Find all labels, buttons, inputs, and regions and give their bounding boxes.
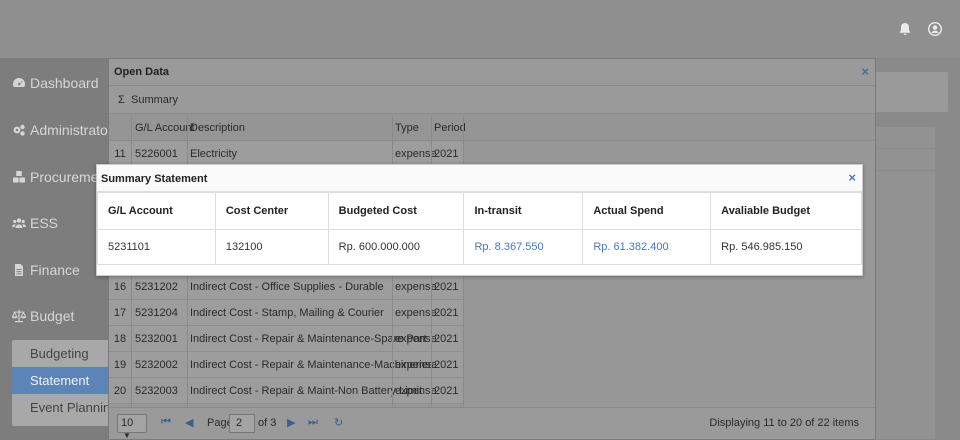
users-icon	[12, 218, 26, 228]
top-bar	[0, 0, 960, 58]
sidebar-item-label: ESS	[30, 215, 59, 231]
period-cell: 2021	[434, 307, 459, 319]
gl-account-cell: 5226001	[135, 148, 178, 160]
balance-scale-icon	[12, 310, 26, 323]
pagination-bar: 10 ▼ ⏮ ◀ Page 2 of 3 ▶ ⏭ ↻ Displaying 11…	[109, 407, 875, 440]
header-budgeted-cost: Budgeted Cost	[327, 192, 465, 230]
chevron-down-icon: ▼	[123, 431, 131, 440]
period-cell: 2021	[434, 359, 459, 371]
sidebar-item-label: Budget	[30, 308, 75, 324]
gl-account-cell: 5232002	[135, 359, 178, 371]
summary-label: Summary	[131, 94, 179, 106]
display-info: Displaying 11 to 20 of 22 items	[709, 417, 859, 429]
table-row: 5231101 132100 Rp. 600.000.000 Rp. 8.367…	[97, 229, 862, 265]
header-gl-account: G/L Account	[97, 192, 216, 230]
available-budget-value: Rp. 546.985.150	[710, 229, 862, 265]
page-number-input[interactable]: 2	[229, 414, 255, 433]
user-circle-icon[interactable]	[928, 22, 942, 36]
table-header-row: G/L Account Cost Center Budgeted Cost In…	[97, 192, 862, 230]
dialog-header: Open Data ×	[109, 59, 875, 86]
header-actual-spend: Actual Spend	[582, 192, 712, 230]
sidebar-item-budget[interactable]: Budget	[12, 308, 74, 324]
description-cell: Electricity	[190, 148, 238, 160]
gl-account-cell: 5232001	[135, 333, 178, 345]
table-row[interactable]: 20 5232003 Indirect Cost - Repair & Main…	[109, 378, 463, 404]
sidebar-item-administrator[interactable]: Administrator	[12, 122, 112, 138]
refresh-icon[interactable]: ↻	[334, 416, 343, 429]
gl-account-value: 5231101	[97, 229, 216, 265]
cubes-icon	[13, 171, 25, 183]
cost-center-value: 132100	[214, 229, 329, 265]
close-icon[interactable]: ×	[848, 170, 856, 185]
last-page-icon[interactable]: ⏭	[308, 416, 318, 429]
budgeted-cost-value: Rp. 600.000.000	[327, 229, 465, 265]
row-number: 17	[113, 307, 127, 319]
actual-spend-link[interactable]: Rp. 61.382.400	[582, 229, 712, 265]
summary-table: G/L Account Cost Center Budgeted Cost In…	[97, 192, 862, 265]
dialog-title: Summary Statement	[101, 173, 208, 185]
page-count: of 3	[258, 417, 277, 429]
header-in-transit: In-transit	[463, 192, 584, 230]
sidebar-item-label: Administrator	[30, 122, 113, 138]
page-size-value: 10	[121, 417, 134, 429]
column-header-period[interactable]: Period	[434, 122, 466, 134]
next-page-icon[interactable]: ▶	[287, 416, 295, 429]
period-cell: 2021	[434, 333, 459, 345]
summary-statement-dialog: Summary Statement × G/L Account Cost Cen…	[96, 164, 863, 276]
gl-account-cell: 5231202	[135, 281, 178, 293]
period-cell: 2021	[434, 281, 459, 293]
page-size-select[interactable]: 10 ▼	[117, 414, 147, 440]
header-cost-center: Cost Center	[214, 192, 329, 230]
description-cell: Indirect Cost - Office Supplies - Durabl…	[190, 281, 384, 293]
sidebar-item-dashboard[interactable]: Dashboard	[12, 75, 99, 91]
header-available-budget: Avaliable Budget	[710, 192, 862, 230]
row-number: 19	[113, 359, 127, 371]
table-row[interactable]: 18 5232001 Indirect Cost - Repair & Main…	[109, 326, 463, 352]
sidebar-item-label: Finance	[30, 262, 80, 278]
sigma-icon: Σ	[118, 94, 125, 106]
period-cell: 2021	[434, 148, 459, 160]
first-page-icon[interactable]: ⏮	[161, 416, 171, 429]
row-number: 11	[114, 148, 126, 160]
sidebar-item-label: Dashboard	[30, 75, 99, 91]
description-cell: Indirect Cost - Repair & Maint-Non Batte…	[190, 385, 423, 397]
in-transit-link[interactable]: Rp. 8.367.550	[463, 229, 584, 265]
row-number: 16	[113, 281, 127, 293]
description-cell: Indirect Cost - Stamp, Mailing & Courier	[190, 307, 384, 319]
table-row[interactable]: 16 5231202 Indirect Cost - Office Suppli…	[109, 274, 463, 300]
gl-account-cell: 5232003	[135, 385, 178, 397]
file-icon	[15, 264, 23, 276]
summary-button[interactable]: Σ Summary	[109, 86, 875, 114]
column-header-type[interactable]: Type	[395, 122, 419, 134]
gl-account-cell: 5231204	[135, 307, 178, 319]
period-cell: 2021	[434, 385, 459, 397]
column-header-gl-account[interactable]: G/L Account	[135, 122, 195, 134]
row-number: 18	[113, 333, 127, 345]
sidebar-item-ess[interactable]: ESS	[12, 215, 58, 231]
sidebar-item-finance[interactable]: Finance	[12, 262, 80, 278]
dialog-title: Open Data	[114, 66, 170, 78]
table-row[interactable]: 19 5232002 Indirect Cost - Repair & Main…	[109, 352, 463, 378]
dialog-header: Summary Statement ×	[97, 165, 862, 192]
row-number: 20	[113, 385, 127, 397]
bell-icon[interactable]	[898, 22, 912, 36]
cogs-icon	[13, 124, 25, 136]
table-row[interactable]: 17 5231204 Indirect Cost - Stamp, Mailin…	[109, 300, 463, 326]
close-icon[interactable]: ×	[861, 64, 869, 79]
column-header-description[interactable]: Description	[190, 122, 245, 134]
grid-header: G/L Account Description Type Period	[109, 115, 875, 141]
dashboard-icon	[13, 78, 25, 87]
prev-page-icon[interactable]: ◀	[185, 416, 193, 429]
